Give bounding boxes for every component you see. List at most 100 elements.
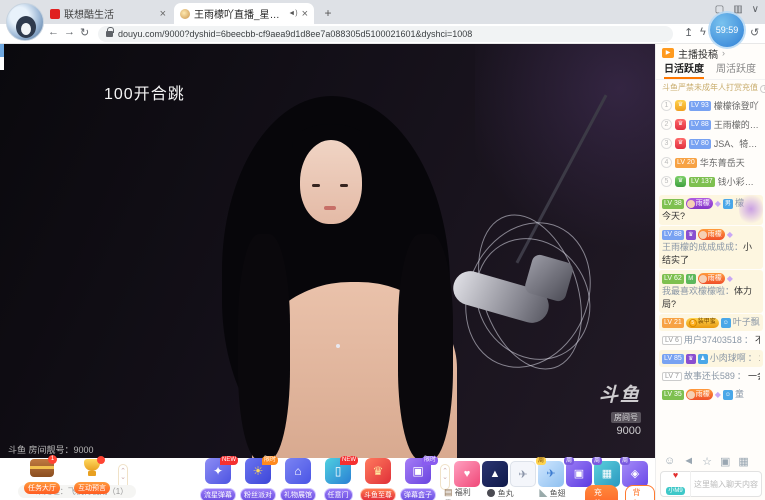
tab-lenovo[interactable]: 联想酷生活 × (44, 3, 172, 24)
gift-thumbnail[interactable]: 周 ▦ (594, 461, 620, 487)
chat-username: 童 (735, 388, 744, 401)
red-medal-icon: ♛ (675, 138, 686, 149)
reload-icon[interactable]: ↻ (80, 26, 89, 39)
medal-icon: ☺ (723, 390, 733, 400)
streamer-face (300, 140, 362, 224)
sync-icon[interactable]: ↺ (750, 26, 759, 39)
feature-any-door[interactable]: ▯ NEW 任意门 (318, 458, 358, 500)
task-hall-label: 任务大厅 (24, 482, 60, 494)
star-icon[interactable]: ☆ (702, 455, 712, 468)
tab-groups-icon[interactable]: ▥ (733, 4, 742, 15)
tab-strip: 联想酷生活 × 王雨檬吖直播_星秀直播_斗鱼 ◄) × + ▢ ▥ ∨ (0, 0, 765, 24)
url-text[interactable]: douyu.com/9000?dyshid=6beecbb-cf9aea9d1d… (118, 29, 472, 39)
feature-meteor-danmu[interactable]: ✦ NEW 流星弹幕 (198, 458, 238, 500)
card-icon[interactable]: ▣ (720, 455, 730, 468)
chevron-down-icon[interactable]: ∨ (752, 4, 759, 15)
gift-thumbnail[interactable]: 周 ◈ (622, 461, 648, 487)
stream-overlay-title: 100开合跳 (104, 80, 185, 104)
task-hall-button[interactable]: 1 任务大厅 (20, 459, 64, 495)
chat-message: LV 35 雨檬 ◆ ☺ 童 (659, 386, 763, 403)
feature-fans-party[interactable]: ☀ 限时 粉丝派对 (238, 458, 278, 500)
room-number: 9000 (599, 425, 641, 437)
level-badge: LV 7 (662, 372, 682, 381)
gift-thumbnail[interactable]: ♥ (454, 461, 480, 487)
close-icon[interactable]: × (302, 8, 308, 20)
room-id-bar: 斗鱼 房间靓号：9000 (8, 443, 94, 456)
lightning-extension-icon[interactable]: ϟ (700, 26, 706, 38)
chat-username: 小肉球啊 (710, 352, 746, 365)
emoji-icon[interactable]: ☺ (664, 455, 675, 468)
tab-douyu-live[interactable]: 王雨檬吖直播_星秀直播_斗鱼 ◄) × (174, 3, 314, 24)
rank-username: 王雨檬的成成 (714, 118, 761, 131)
streamer-posts-link[interactable]: ▶ 主播投稿 › (656, 44, 765, 62)
countdown-timer-badge[interactable]: 59:59 (710, 13, 744, 47)
chat-message: LV 7 故事还长589：一会儿 (659, 368, 763, 385)
audio-playing-icon[interactable]: ◄) (288, 10, 297, 17)
coupon-link[interactable]: ▤ 福利券› (444, 487, 480, 500)
rank-username: 檬檬徐登吖 (714, 99, 759, 112)
chat-message: LV 85 ♛ ♟ 小肉球啊：1 (659, 350, 763, 367)
level-badge: LV 85 (662, 354, 684, 364)
close-icon[interactable]: × (160, 8, 166, 20)
browser-toolbar: ← → ↻ douyu.com/9000?dyshid=6beecbb-cf9a… (0, 24, 765, 44)
level-badge: LV 38 (662, 199, 684, 209)
forward-icon[interactable]: → (64, 26, 75, 38)
medal-icon: ☺ (721, 318, 731, 328)
rank-row: 2 ♛ LV 88 王雨檬的成成 (656, 115, 765, 134)
rank-number: 5 (661, 176, 672, 187)
streamer-eye (340, 184, 348, 187)
feature-danmu-box[interactable]: ▣ 限时 弹幕盒子 (398, 458, 438, 500)
yuwan-icon (487, 489, 495, 497)
level-badge: LV 88 (662, 230, 684, 240)
chat-username: 我最喜欢檬檬啦 (662, 286, 725, 296)
info-icon[interactable]: i (760, 85, 765, 93)
fan-badge: 雨檬 (698, 229, 725, 240)
page-content: 100开合跳 斗鱼 房间号 9000 斗鱼 房间靓号：9000 (0, 44, 765, 500)
limited-badge: 限时 (262, 456, 278, 465)
share-icon[interactable]: ↥ (684, 26, 693, 39)
grid-icon[interactable]: ▦ (738, 455, 748, 468)
gift-box-thumbnail[interactable]: 周 ▣ (566, 461, 592, 487)
gift-jet-thumbnail[interactable]: ✈ (510, 461, 536, 487)
gift-effect (739, 192, 763, 226)
chat-input-box[interactable]: ♥ 小M9 (660, 471, 762, 497)
horn-icon[interactable]: ◄ (683, 455, 694, 468)
medal-icon: 男 (723, 199, 733, 209)
backpack-button[interactable]: 背包 (625, 485, 655, 500)
address-bar[interactable]: douyu.com/9000?dyshid=6beecbb-cf9aea9d1d… (98, 26, 673, 42)
rank-row: 1 ♛ LV 93 檬檬徐登吖 (656, 96, 765, 115)
browser-window: 联想酷生活 × 王雨檬吖直播_星秀直播_斗鱼 ◄) × + ▢ ▥ ∨ ← → … (0, 0, 765, 500)
level-badge: LV 21 (662, 318, 684, 328)
rank-username: 华东菁岳天 (700, 156, 745, 169)
trophy-icon (81, 459, 103, 477)
douyu-logo: 斗鱼 (599, 380, 641, 407)
crown-icon: ♛ (686, 230, 696, 240)
room-label: 房间号 (611, 412, 641, 423)
profile-avatar[interactable] (6, 3, 44, 41)
necklace-pendant (336, 344, 340, 348)
level-badge: LV 62 (662, 274, 684, 284)
prediction-button[interactable]: 互动预言 (70, 459, 114, 495)
gift-plane-thumbnail[interactable]: 周 ✈ (538, 461, 564, 487)
tab-daily-activity[interactable]: 日活跃度 (664, 62, 704, 79)
recharge-button[interactable]: 充值 (585, 485, 619, 500)
back-icon[interactable]: ← (48, 26, 59, 38)
diamond-icon: ◆ (715, 388, 721, 401)
fan-medal-selector[interactable]: ♥ 小M9 (661, 471, 691, 497)
tab-weekly-activity[interactable]: 周活跃度 (716, 62, 756, 79)
feature-gift-gallery[interactable]: ⌂ 礼物展馆 (278, 458, 318, 500)
fan-badge-avatar (699, 231, 707, 239)
feature-douyu-supreme[interactable]: ♛ 斗鱼至尊 (358, 458, 398, 500)
chat-message: LV 6 用户37403518：不是 (659, 332, 763, 349)
gift-rocket-thumbnail[interactable]: ▲ (482, 461, 508, 487)
chat-username: 故事还长589 (684, 370, 735, 383)
feature-icon: ♛ (365, 458, 391, 484)
panel-collapse-handle[interactable] (0, 44, 4, 70)
chat-text-field[interactable] (691, 480, 761, 489)
streamer-eye (312, 184, 320, 187)
chat-username: 叶子飘 (733, 316, 760, 329)
video-player[interactable]: 100开合跳 斗鱼 房间号 9000 斗鱼 房间靓号：9000 (0, 44, 655, 458)
new-tab-button[interactable]: + (320, 5, 336, 21)
yuwan-balance: 鱼丸 1317 (487, 488, 532, 500)
notification-badge: 1 (48, 455, 57, 464)
